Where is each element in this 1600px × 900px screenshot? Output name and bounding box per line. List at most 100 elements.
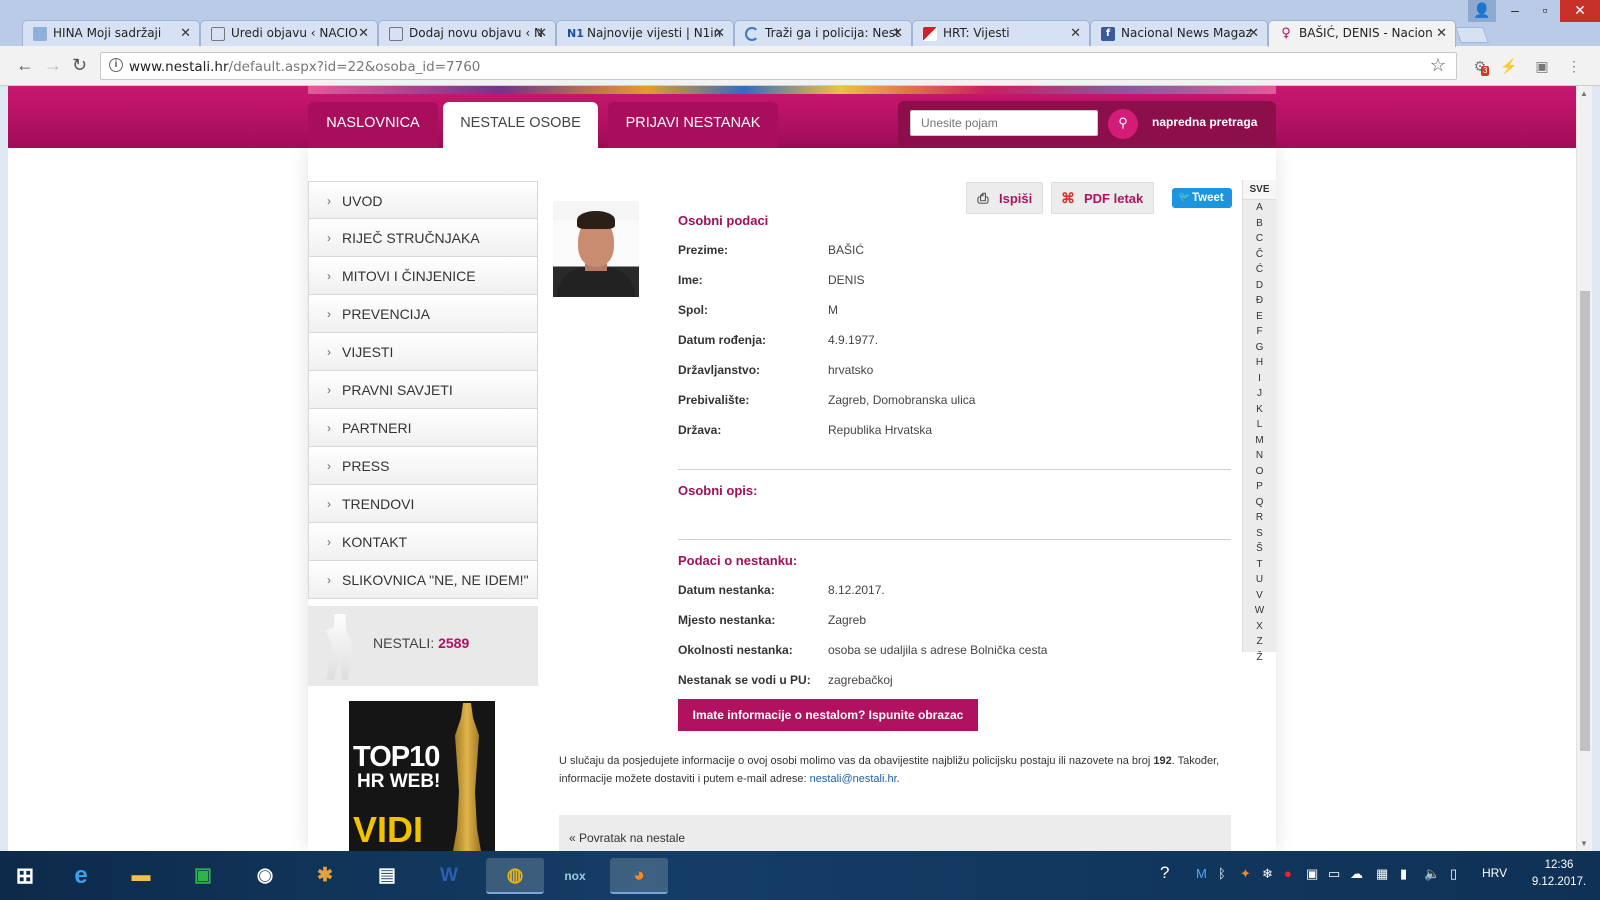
browser-tab[interactable]: HINA Moji sadržaji ✕	[22, 20, 200, 46]
store-icon[interactable]: ▣	[184, 858, 222, 894]
battery-icon[interactable]: ▭	[1328, 866, 1340, 882]
close-icon[interactable]: ✕	[1248, 21, 1259, 46]
browser-tab[interactable]: N1 Najnovije vijesti | N1in ✕	[556, 20, 734, 46]
page-scrollbar[interactable]: ▲ ▼	[1576, 86, 1592, 851]
power-icon[interactable]: ▯	[1450, 866, 1457, 882]
alphabet-letter[interactable]: Ž	[1243, 650, 1276, 666]
word-icon[interactable]: W	[430, 858, 468, 894]
puzzle-app-icon[interactable]: ✱	[306, 858, 344, 894]
malwarebytes-icon[interactable]: M	[1196, 866, 1207, 881]
close-icon[interactable]: ✕	[1436, 21, 1447, 46]
onedrive-icon[interactable]: ☁	[1350, 866, 1363, 882]
sidebar-item-slikovnica[interactable]: › SLIKOVNICA "NE, NE IDEM!"	[308, 561, 538, 599]
sidebar-item-rijec-strucnjaka[interactable]: › RIJEČ STRUČNJAKA	[308, 219, 538, 257]
help-icon[interactable]: ?	[1160, 863, 1169, 883]
alphabet-letter[interactable]: S	[1243, 526, 1276, 542]
search-icon[interactable]: ⚲	[1108, 109, 1138, 139]
print-button[interactable]: ⎙ Ispiši	[966, 182, 1044, 214]
language-indicator[interactable]: HRV	[1482, 866, 1507, 880]
address-bar[interactable]: i www.nestali.hr/default.aspx?id=22&osob…	[100, 52, 1457, 80]
alphabet-letter[interactable]: Č	[1243, 247, 1276, 263]
browser-tab[interactable]: Dodaj novu objavu ‹ N ✕	[378, 20, 556, 46]
close-icon[interactable]: ✕	[536, 21, 547, 46]
signal-icon[interactable]: ▮	[1400, 866, 1407, 882]
bluetooth-icon[interactable]: ᛒ	[1218, 866, 1226, 881]
back-to-list-link[interactable]: « Povratak na nestale	[569, 823, 685, 851]
browser-tab[interactable]: Uredi objavu ‹ NACIO ✕	[200, 20, 378, 46]
alphabet-letter[interactable]: L	[1243, 417, 1276, 433]
search-input[interactable]	[910, 110, 1098, 136]
alphabet-letter[interactable]: G	[1243, 340, 1276, 356]
top10-badge[interactable]: TOP10 HR WEB! VIDI	[349, 701, 495, 851]
nav-prijavi-nestanak[interactable]: PRIJAVI NESTANAK	[608, 102, 778, 148]
chrome-icon[interactable]: ◍	[486, 858, 544, 894]
firefox-icon[interactable]: ◕	[610, 858, 668, 894]
volume-icon[interactable]: 🔈	[1424, 866, 1440, 882]
reload-icon[interactable]: ↻	[72, 55, 87, 76]
alphabet-letter[interactable]: K	[1243, 402, 1276, 418]
browser-tab[interactable]: HRT: Vijesti ✕	[912, 20, 1090, 46]
alphabet-letter[interactable]: X	[1243, 619, 1276, 635]
alphabet-letter[interactable]: Đ	[1243, 293, 1276, 309]
sidebar-item-partneri[interactable]: › PARTNERI	[308, 409, 538, 447]
info-icon[interactable]: i	[109, 58, 123, 72]
alphabet-letter[interactable]: I	[1243, 371, 1276, 387]
bookmark-star-icon[interactable]: ☆	[1430, 55, 1446, 76]
alphabet-all-link[interactable]: SVE	[1243, 180, 1276, 200]
windows-start-icon[interactable]: ⊞	[4, 858, 46, 894]
minimize-button[interactable]: –	[1500, 0, 1530, 22]
sidebar-item-vijesti[interactable]: › VIJESTI	[308, 333, 538, 371]
sidebar-item-mitovi[interactable]: › MITOVI I ČINJENICE	[308, 257, 538, 295]
sidebar-item-prevencija[interactable]: › PREVENCIJA	[308, 295, 538, 333]
network-icon[interactable]: ▦	[1376, 866, 1388, 882]
browser-tab[interactable]: f Nacional News Magaz ✕	[1090, 20, 1268, 46]
alphabet-letter[interactable]: C	[1243, 231, 1276, 247]
extension-notification-icon[interactable]: ⚙ 3	[1472, 58, 1490, 76]
close-icon[interactable]: ✕	[1070, 21, 1081, 46]
browser-tab[interactable]: Traži ga i policija: Nest ✕	[734, 20, 912, 46]
camera-extension-icon[interactable]: ▣	[1534, 58, 1550, 74]
nav-nestale-osobe[interactable]: NESTALE OSOBE	[443, 102, 598, 148]
red-app-icon[interactable]: ●	[1284, 866, 1292, 881]
alphabet-letter[interactable]: R	[1243, 510, 1276, 526]
advanced-search-link[interactable]: napredna pretraga	[1152, 115, 1257, 129]
alphabet-letter[interactable]: N	[1243, 448, 1276, 464]
alphabet-letter[interactable]: E	[1243, 309, 1276, 325]
tweet-button[interactable]: 🐦 Tweet	[1172, 188, 1232, 208]
sidebar-item-kontakt[interactable]: › KONTAKT	[308, 523, 538, 561]
alphabet-letter[interactable]: Q	[1243, 495, 1276, 511]
browser-tab-active[interactable]: ♀ BAŠIĆ, DENIS - Nacion ✕	[1268, 20, 1456, 47]
close-icon[interactable]: ✕	[892, 21, 903, 46]
scroll-down-arrow-icon[interactable]: ▼	[1580, 839, 1588, 848]
rss-extension-icon[interactable]: ⚡	[1500, 58, 1517, 74]
alphabet-letter[interactable]: A	[1243, 200, 1276, 216]
alphabet-letter[interactable]: D	[1243, 278, 1276, 294]
close-icon[interactable]: ✕	[180, 21, 191, 46]
scrollbar-thumb[interactable]	[1580, 291, 1590, 751]
alphabet-letter[interactable]: O	[1243, 464, 1276, 480]
url-text[interactable]: www.nestali.hr/default.aspx?id=22&osoba_…	[129, 59, 480, 75]
alphabet-letter[interactable]: T	[1243, 557, 1276, 573]
alphabet-letter[interactable]: H	[1243, 355, 1276, 371]
camera-tray-icon[interactable]: ▣	[1306, 866, 1318, 882]
menu-kebab-icon[interactable]: ⋮	[1566, 58, 1582, 74]
back-arrow-icon[interactable]: ←	[16, 55, 34, 76]
missing-counter[interactable]: NESTALI: 2589	[308, 606, 538, 686]
alphabet-letter[interactable]: J	[1243, 386, 1276, 402]
close-icon[interactable]: ✕	[358, 21, 369, 46]
profile-icon[interactable]: 👤	[1468, 0, 1496, 22]
new-tab-button[interactable]	[1455, 27, 1489, 43]
webcam-app-icon[interactable]: ◉	[246, 858, 284, 894]
close-window-button[interactable]: ✕	[1560, 0, 1600, 22]
scroll-up-arrow-icon[interactable]: ▲	[1580, 89, 1588, 98]
sidebar-item-pravni-savjeti[interactable]: › PRAVNI SAVJETI	[308, 371, 538, 409]
alphabet-letter[interactable]: V	[1243, 588, 1276, 604]
alphabet-letter[interactable]: Z	[1243, 634, 1276, 650]
snowflake-icon[interactable]: ❄	[1262, 866, 1273, 882]
avast-icon[interactable]: ✦	[1240, 866, 1251, 882]
sidebar-item-trendovi[interactable]: › TRENDOVI	[308, 485, 538, 523]
nox-icon[interactable]: nox	[556, 858, 594, 894]
alphabet-letter[interactable]: B	[1243, 216, 1276, 232]
close-icon[interactable]: ✕	[714, 21, 725, 46]
file-explorer-icon[interactable]: ▬	[122, 858, 160, 894]
